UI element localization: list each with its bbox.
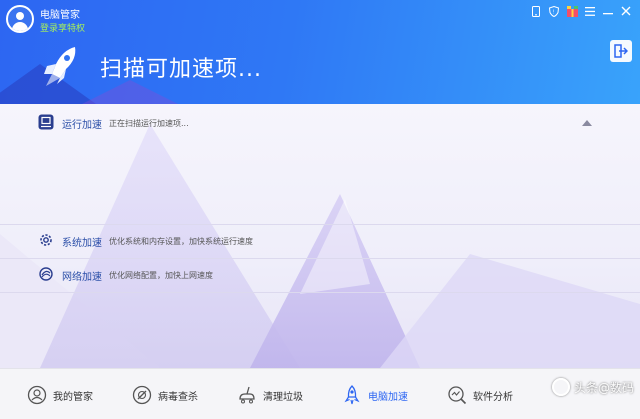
run-speedup-icon <box>38 114 54 130</box>
software-analysis-icon <box>446 384 468 406</box>
row-system-speedup[interactable]: 系统加速 优化系统和内存设置，加快系统运行速度 <box>0 224 640 258</box>
scan-status-title: 扫描可加速项... <box>100 57 262 82</box>
nav-item-pc-speedup[interactable]: 电脑加速 <box>341 381 408 409</box>
shield-icon[interactable]: ! <box>548 5 560 17</box>
nav-item-cleanup[interactable]: 清理垃圾 <box>236 381 303 409</box>
virus-scan-icon <box>131 384 153 406</box>
header-mountain-decoration <box>70 80 190 104</box>
watermark-logo-icon <box>551 378 570 396</box>
row-description: 优化网络配置，加快上网速度 <box>109 270 213 280</box>
watermark-text: 头条@数码 <box>573 380 634 395</box>
row-description: 正在扫描运行加速项... <box>109 118 189 128</box>
cleanup-icon <box>236 384 258 406</box>
minimize-icon[interactable] <box>602 5 614 17</box>
svg-text:!: ! <box>552 9 554 15</box>
speedup-panel: 运行加速 正在扫描运行加速项... 系统加速 优化系统和内存设置，加快系统运行速… <box>0 104 640 368</box>
menu-icon[interactable] <box>584 5 596 17</box>
row-label: 系统加速 <box>62 237 102 249</box>
avatar[interactable] <box>6 5 34 33</box>
phone-icon[interactable] <box>530 5 542 17</box>
bottom-nav: 我的管家 病毒查杀 清理垃圾 电脑加速 软件分析 <box>0 368 640 419</box>
network-icon <box>39 267 53 281</box>
nav-label: 电脑加速 <box>368 391 408 403</box>
app-title: 电脑管家 <box>40 10 80 21</box>
nav-item-my-butler[interactable]: 我的管家 <box>26 381 93 409</box>
nav-label: 病毒查杀 <box>158 391 198 403</box>
row-label: 网络加速 <box>62 271 102 283</box>
rocket-icon <box>341 384 363 406</box>
nav-label: 软件分析 <box>473 391 513 403</box>
window-controls: ! <box>530 5 632 17</box>
row-run-speedup[interactable]: 运行加速 正在扫描运行加速项... <box>0 106 640 140</box>
nav-item-virus-scan[interactable]: 病毒查杀 <box>131 381 198 409</box>
header-banner: 电脑管家 登录享特权 ! 扫描可加速项... <box>0 0 640 104</box>
exit-icon <box>614 44 628 58</box>
watermark: 头条@数码 <box>551 378 634 396</box>
row-description: 优化系统和内存设置，加快系统运行速度 <box>109 236 253 246</box>
divider <box>0 292 640 293</box>
gear-icon <box>40 234 52 246</box>
nav-item-software-analysis[interactable]: 软件分析 <box>446 381 513 409</box>
nav-label: 清理垃圾 <box>263 391 303 403</box>
login-link[interactable]: 登录享特权 <box>40 21 85 34</box>
gift-icon[interactable] <box>566 5 578 17</box>
rocket-icon <box>44 47 76 86</box>
nav-label: 我的管家 <box>53 391 93 403</box>
exit-button[interactable] <box>610 40 632 62</box>
row-label: 运行加速 <box>62 119 102 131</box>
close-icon[interactable] <box>620 5 632 17</box>
butler-icon <box>26 384 48 406</box>
collapse-caret-icon[interactable] <box>582 120 592 126</box>
row-network-speedup[interactable]: 网络加速 优化网络配置，加快上网速度 <box>0 258 640 292</box>
